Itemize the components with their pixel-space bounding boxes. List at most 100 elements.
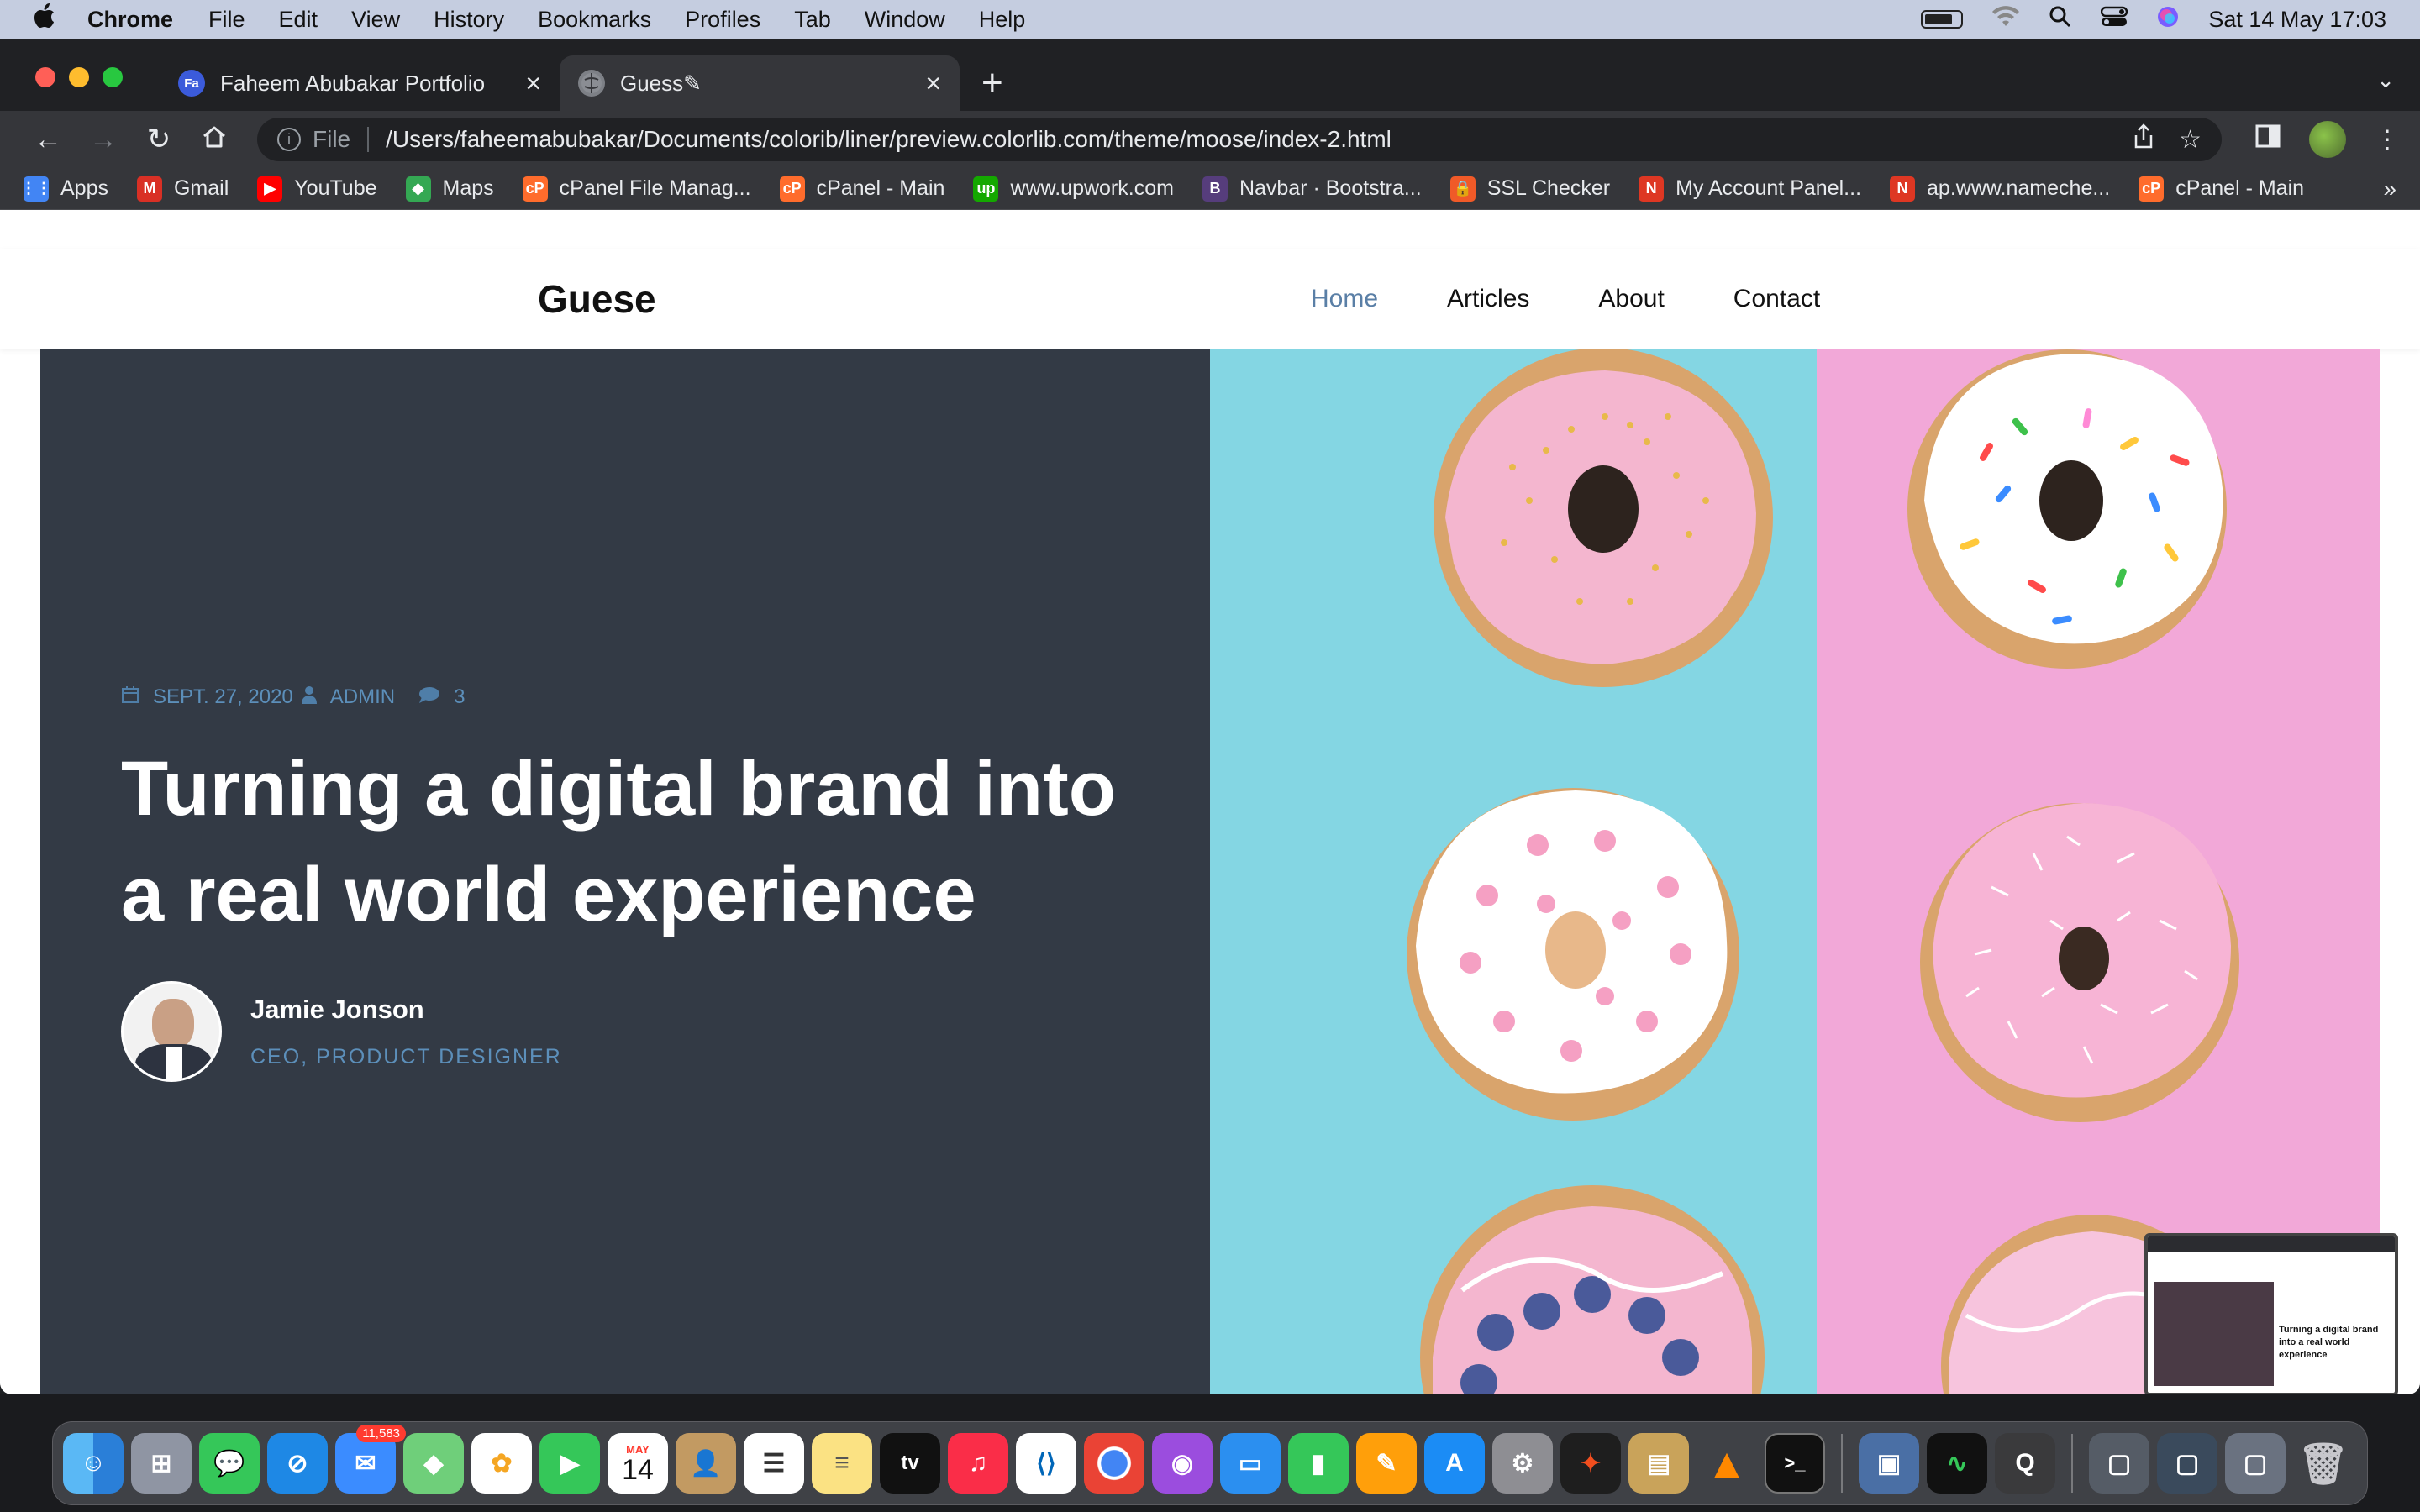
calendar-icon[interactable]: MAY 14 [608, 1433, 668, 1494]
activity-monitor-icon[interactable]: ∿ [1927, 1433, 1987, 1494]
pages-icon[interactable]: ✎ [1356, 1433, 1417, 1494]
bookmark-item[interactable]: cP cPanel File Manag... [522, 176, 751, 202]
namecheap-icon: N [1890, 176, 1916, 202]
bookmark-item[interactable]: 🔒 SSL Checker [1449, 176, 1610, 202]
profile-avatar[interactable] [2309, 121, 2346, 158]
nav-contact[interactable]: Contact [1733, 285, 1820, 313]
preview-app-icon[interactable]: ▣ [1859, 1433, 1919, 1494]
menu-file[interactable]: File [208, 7, 245, 33]
vscode-icon[interactable]: ⟨⟩ [1016, 1433, 1076, 1494]
tab-portfolio[interactable]: Fa Faheem Abubakar Portfolio × [160, 55, 560, 111]
nav-home[interactable]: Home [1311, 285, 1378, 313]
bookmark-item[interactable]: cP cPanel - Main [779, 176, 944, 202]
bookmark-label: Navbar · Bootstra... [1239, 176, 1422, 200]
apple-menu-icon[interactable] [34, 3, 55, 35]
bookmark-label: YouTube [294, 176, 377, 200]
tab-guess[interactable]: Guess✎ × [560, 55, 960, 111]
quicktime-icon[interactable]: Q [1995, 1433, 2055, 1494]
bookmark-item[interactable]: ⋮⋮ Apps [21, 176, 108, 202]
notes-icon[interactable]: ≡ [812, 1433, 872, 1494]
maps-icon[interactable]: ◆ [403, 1433, 464, 1494]
menu-tab[interactable]: Tab [794, 7, 831, 33]
tab-close-icon[interactable]: × [925, 68, 941, 99]
siri-icon[interactable] [2156, 5, 2180, 34]
menu-history[interactable]: History [434, 7, 504, 33]
bookmark-item[interactable]: Nap.www.nameche... [1890, 176, 2110, 202]
new-tab-plus-icon[interactable]: + [981, 62, 1003, 104]
reload-icon[interactable]: ↻ [131, 123, 187, 156]
share-icon[interactable] [2133, 123, 2154, 155]
menu-help[interactable]: Help [979, 7, 1026, 33]
mail-icon[interactable]: ✉ 11,583 [335, 1425, 406, 1494]
menu-edit[interactable]: Edit [279, 7, 318, 33]
bookmark-item[interactable]: B Navbar · Bootstra... [1202, 176, 1422, 202]
archive-utility-icon[interactable]: ▤ [1628, 1433, 1689, 1494]
screenshot-preview-thumbnail[interactable]: Turning a digital brand into a real worl… [2144, 1233, 2398, 1396]
menubar-clock[interactable]: Sat 14 May 17:03 [2208, 7, 2386, 33]
url-text[interactable]: /Users/faheemabubakar/Documents/colorib/… [386, 126, 2108, 153]
menu-window[interactable]: Window [865, 7, 945, 33]
post-author-tag[interactable]: ADMIN [330, 685, 395, 709]
menu-profiles[interactable]: Profiles [685, 7, 760, 33]
bookmark-item[interactable]: M Gmail [136, 176, 229, 202]
apple-tv-icon[interactable]: tv [880, 1433, 940, 1494]
system-preferences-icon[interactable]: ⚙ [1492, 1433, 1553, 1494]
bookmark-item[interactable]: up www.upwork.com [973, 176, 1174, 202]
fullscreen-window-button[interactable] [103, 67, 123, 87]
nav-articles[interactable]: Articles [1447, 285, 1529, 313]
app-name-menu[interactable]: Chrome [87, 7, 173, 33]
chrome-menu-kebab-icon[interactable]: ⋮ [2375, 125, 2400, 155]
messages-icon[interactable]: 💬 [199, 1433, 260, 1494]
forward-arrow-icon[interactable]: → [76, 123, 131, 156]
site-logo[interactable]: Guese [538, 276, 656, 322]
address-bar[interactable]: i File /Users/faheemabubakar/Documents/c… [257, 118, 2222, 161]
back-arrow-icon[interactable]: ← [20, 123, 76, 156]
minimized-window-icon[interactable]: ▢ [2157, 1433, 2217, 1494]
menu-view[interactable]: View [351, 7, 400, 33]
keynote-icon[interactable]: ▭ [1220, 1433, 1281, 1494]
tab-search-chevron-icon[interactable]: ⌄ [2376, 67, 2395, 93]
bookmark-item[interactable]: cP cPanel - Main [2139, 176, 2304, 202]
nav-about[interactable]: About [1598, 285, 1664, 313]
chrome-icon[interactable] [1084, 1433, 1144, 1494]
finder-icon[interactable]: ☺ [63, 1433, 124, 1494]
facetime-icon[interactable]: ▶ [539, 1433, 600, 1494]
photos-icon[interactable]: ✿ [471, 1433, 532, 1494]
side-panel-icon[interactable] [2255, 124, 2281, 155]
bookmark-item[interactable]: N My Account Panel... [1639, 176, 1861, 202]
numbers-icon[interactable]: ▮ [1288, 1433, 1349, 1494]
minimize-window-button[interactable] [69, 67, 89, 87]
reminders-icon[interactable]: ☰ [744, 1433, 804, 1494]
tab-close-icon[interactable]: × [525, 68, 541, 99]
battery-icon[interactable] [1921, 10, 1964, 29]
app-store-icon[interactable]: A [1424, 1433, 1485, 1494]
bookmark-item[interactable]: ▶ YouTube [257, 176, 377, 202]
post-title[interactable]: Turning a digital brand into a real worl… [121, 736, 1163, 948]
cpanel-icon: cP [779, 176, 805, 202]
safari-icon[interactable]: ⊘ [267, 1433, 328, 1494]
bookmark-star-icon[interactable]: ☆ [2179, 125, 2202, 155]
minimized-window-icon[interactable]: ▢ [2089, 1433, 2149, 1494]
podcasts-icon[interactable]: ◉ [1152, 1433, 1213, 1494]
trash-icon[interactable]: 🗑 [2293, 1433, 2354, 1494]
figma-icon[interactable]: ✦ [1560, 1433, 1621, 1494]
contacts-icon[interactable]: 👤 [676, 1433, 736, 1494]
minimized-window-icon[interactable]: ▢ [2225, 1433, 2286, 1494]
music-icon[interactable]: ♫ [948, 1433, 1008, 1494]
vlc-icon[interactable]: ▲ [1697, 1433, 1757, 1494]
wifi-icon[interactable] [1991, 5, 2020, 34]
spotlight-search-icon[interactable] [2049, 5, 2072, 34]
bookmark-item[interactable]: ◆ Maps [405, 176, 494, 202]
home-icon[interactable] [187, 123, 242, 156]
terminal-icon[interactable]: >_ [1765, 1433, 1825, 1494]
launchpad-icon[interactable]: ⊞ [131, 1433, 192, 1494]
calendar-icon [121, 685, 139, 709]
close-window-button[interactable] [35, 67, 55, 87]
site-info-icon[interactable]: i [277, 128, 301, 151]
preview-image [2154, 1282, 2274, 1386]
tab-title: Guess✎ [620, 70, 702, 96]
post-comment-count[interactable]: 3 [454, 685, 465, 709]
control-center-icon[interactable] [2101, 6, 2128, 34]
menu-bookmarks[interactable]: Bookmarks [538, 7, 651, 33]
more-bookmarks-chevron-icon[interactable]: » [2383, 176, 2396, 202]
